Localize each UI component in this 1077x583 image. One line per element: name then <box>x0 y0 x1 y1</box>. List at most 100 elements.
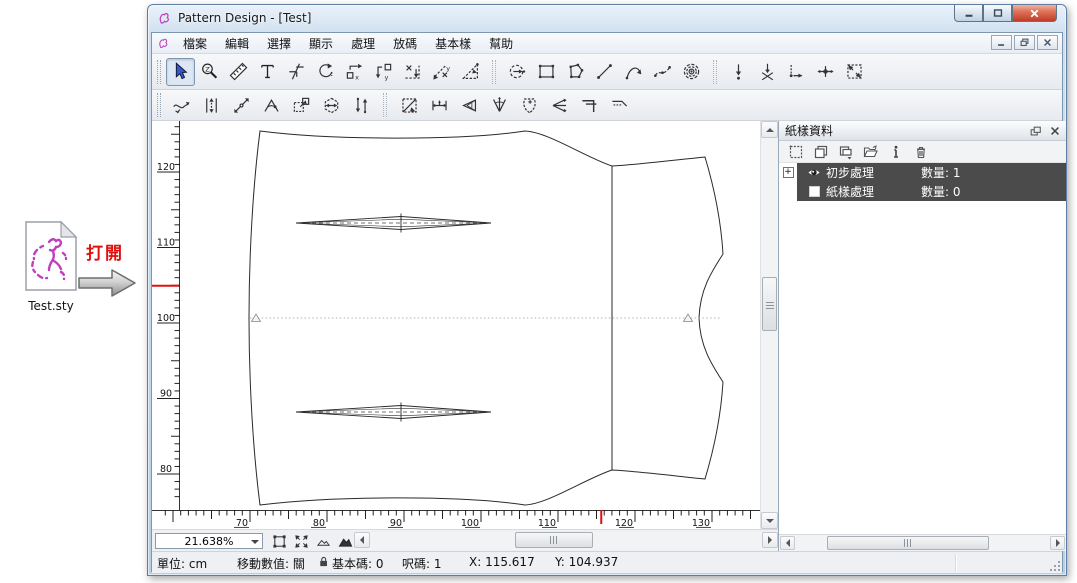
zoom-tool-button[interactable]: Z <box>195 58 224 86</box>
zoom-level-combobox[interactable]: 21.638% <box>155 533 263 549</box>
stretch-tool-button[interactable] <box>456 58 485 86</box>
canvas-vertical-scrollbar[interactable] <box>760 121 778 529</box>
expand-icon[interactable]: + <box>783 167 794 178</box>
menu-item-file[interactable]: 檔案 <box>174 34 216 53</box>
horizontal-scroll-thumb[interactable] <box>515 532 593 548</box>
swap-points-tool-button[interactable] <box>346 93 376 117</box>
desktop-file[interactable]: Test.sty <box>16 220 86 313</box>
minimize-button[interactable] <box>954 5 983 22</box>
thumb-grip <box>766 300 774 309</box>
angle-tool-button[interactable] <box>256 93 286 117</box>
window-titlebar[interactable]: Pattern Design - [Test] <box>148 5 1066 31</box>
panel-titlebar[interactable]: 紙樣資料 <box>779 121 1066 141</box>
width-measure-tool-button[interactable] <box>424 93 454 117</box>
move-x-tool-button[interactable]: x <box>340 58 369 86</box>
concentric-tool-button[interactable] <box>677 58 706 86</box>
select-frame-button[interactable] <box>788 144 804 160</box>
menu-item-process[interactable]: 處理 <box>342 34 384 53</box>
scroll-down-button[interactable] <box>761 512 778 529</box>
horizontal-scroll-thumb[interactable] <box>827 536 989 550</box>
frame-view-button[interactable] <box>270 532 289 550</box>
arc-tool-button[interactable] <box>619 58 648 86</box>
point-circle-tool-button[interactable] <box>503 58 532 86</box>
scroll-left-button[interactable] <box>780 536 795 550</box>
polygon-tool-button[interactable] <box>561 58 590 86</box>
adjust-x-tool-button[interactable] <box>398 58 427 86</box>
eye-icon[interactable] <box>807 167 821 178</box>
visibility-checkbox[interactable] <box>809 186 820 197</box>
pattern-canvas[interactable] <box>180 121 760 510</box>
pattern-group-row-initial-process[interactable]: +初步處理數量: 1 <box>779 163 1066 182</box>
zoom-level-value: 21.638% <box>185 535 234 548</box>
menu-item-select[interactable]: 選擇 <box>258 34 300 53</box>
scroll-up-button[interactable] <box>761 121 778 138</box>
mdi-restore-button[interactable] <box>1014 35 1035 50</box>
rotate-shape-tool-button[interactable] <box>316 93 346 117</box>
maximize-button[interactable] <box>983 5 1012 22</box>
add-point-tool-button[interactable] <box>724 58 753 86</box>
resize-grip-icon[interactable] <box>1049 560 1061 572</box>
copy-button[interactable] <box>813 144 829 160</box>
scroll-left-button[interactable] <box>354 532 370 548</box>
info-button[interactable] <box>888 144 904 160</box>
corner-tool-button[interactable] <box>574 93 604 117</box>
menu-item-base-pattern[interactable]: 基本樣 <box>426 34 480 53</box>
flip-vertical-tool-button[interactable] <box>196 93 226 117</box>
delete-button[interactable] <box>913 144 929 160</box>
corner-trim-tool-button[interactable] <box>604 93 634 117</box>
panel-close-button[interactable] <box>1047 124 1062 138</box>
dart-spread-tool-button[interactable] <box>544 93 574 117</box>
tree-expander-cell[interactable] <box>779 182 797 201</box>
open-folder-button[interactable] <box>863 144 879 160</box>
panel-horizontal-scrollbar[interactable] <box>779 534 1066 551</box>
thumbnail-small-button[interactable] <box>314 532 333 550</box>
mdi-close-button[interactable] <box>1037 35 1058 50</box>
mdi-minimize-button[interactable] <box>991 35 1012 50</box>
notch-tool-button[interactable] <box>282 58 311 86</box>
thumbnail-large-button[interactable] <box>336 532 355 550</box>
dart-close-tool-button[interactable] <box>514 93 544 117</box>
split-line-tool-button[interactable] <box>226 93 256 117</box>
close-button[interactable] <box>1012 5 1057 22</box>
menu-item-edit[interactable]: 編輯 <box>216 34 258 53</box>
curve-tool-button[interactable] <box>648 58 677 86</box>
smooth-curve-tool-button[interactable] <box>166 93 196 117</box>
menu-item-display[interactable]: 顯示 <box>300 34 342 53</box>
measure-ruler-button[interactable] <box>224 58 253 86</box>
menu-item-grading[interactable]: 放碼 <box>384 34 426 53</box>
corner-point-tool-button[interactable] <box>782 58 811 86</box>
dart-fan-tool-button[interactable] <box>484 93 514 117</box>
line-tool-button[interactable] <box>590 58 619 86</box>
intersect-point-tool-button[interactable] <box>811 58 840 86</box>
toolbar-grip[interactable] <box>157 60 161 84</box>
rotate-tool-button[interactable] <box>311 58 340 86</box>
toolbar-grip[interactable] <box>157 93 161 117</box>
corner-trim-tool-icon <box>610 96 629 115</box>
close-icon <box>1028 7 1041 20</box>
rectangle-tool-button[interactable] <box>532 58 561 86</box>
move-points-tool-button[interactable] <box>286 93 316 117</box>
scroll-right-button[interactable] <box>762 532 778 548</box>
row-content[interactable]: 紙樣處理數量: 0 <box>797 182 1066 201</box>
multi-point-tool-button[interactable] <box>840 58 869 86</box>
vertical-scroll-thumb[interactable] <box>762 277 777 331</box>
menu-item-help[interactable]: 幫助 <box>480 34 522 53</box>
app-window: Pattern Design - [Test] 檔案編輯選擇顯示處理放碼基本樣幫… <box>147 4 1067 576</box>
panel-float-button[interactable] <box>1028 124 1043 138</box>
tree-expander-cell[interactable]: + <box>779 163 797 182</box>
text-tool-button[interactable] <box>253 58 282 86</box>
adjust-y-tool-button[interactable]: y <box>427 58 456 86</box>
horizontal-ruler: 708090100110120130 <box>152 510 760 529</box>
copy-menu-button[interactable] <box>838 144 854 160</box>
delete-point-tool-button[interactable] <box>753 58 782 86</box>
dart-left-tool-button[interactable] <box>454 93 484 117</box>
row-content[interactable]: 初步處理數量: 1 <box>797 163 1066 182</box>
scroll-right-button[interactable] <box>1050 536 1065 550</box>
select-pointer-button[interactable] <box>166 58 195 86</box>
fit-view-button[interactable] <box>292 532 311 550</box>
float-window-icon <box>1029 125 1042 138</box>
canvas-horizontal-scrollbar[interactable] <box>354 532 778 550</box>
mirror-tool-button[interactable] <box>394 93 424 117</box>
pattern-group-row-pattern-process[interactable]: 紙樣處理數量: 0 <box>779 182 1066 201</box>
move-y-tool-button[interactable]: y <box>369 58 398 86</box>
